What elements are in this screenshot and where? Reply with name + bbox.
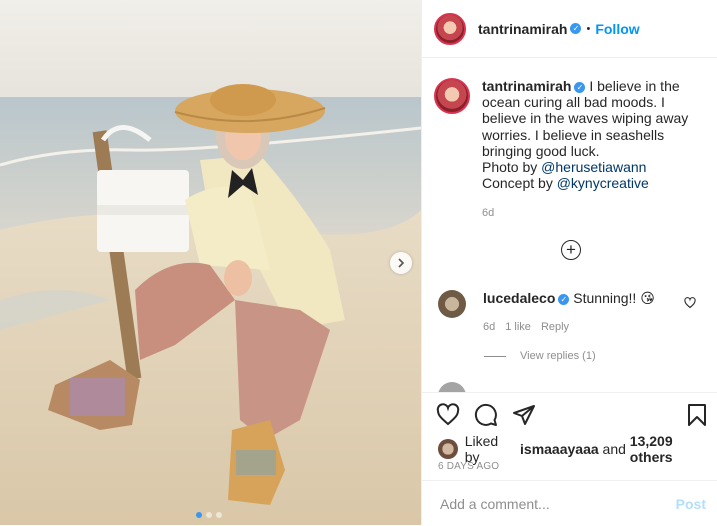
commenter-username[interactable]: lucedaleco [483,290,555,306]
post-comment-button[interactable]: Post [676,496,706,512]
comment-input[interactable] [438,494,676,513]
liked-by-user[interactable]: ismaaayaaa [520,441,599,457]
add-comment-icon[interactable]: + [561,240,581,260]
carousel-dots [196,512,222,518]
next-comment-avatar [438,382,466,392]
photographer-mention[interactable]: @herusetiawann [541,159,646,175]
post-header: tantrinamirah ✓ • Follow [422,0,717,58]
author-username[interactable]: tantrinamirah [478,21,567,37]
post-date[interactable]: 6 DAYS AGO [438,461,499,472]
liker-avatar[interactable] [438,439,458,459]
likes-count[interactable]: 13,209 others [630,433,717,465]
concept-credit-prefix: Concept by [482,175,553,192]
next-arrow-icon [398,258,405,268]
comment-like-heart-icon[interactable] [684,297,696,309]
view-replies-line [484,355,506,357]
caption-block: tantrinamirah ✓ I believe in the ocean cu… [434,78,704,222]
next-photo-button[interactable] [390,252,412,274]
heart-icon[interactable] [436,403,460,427]
comment-bar: Post [422,480,717,526]
verified-icon: ✓ [570,23,582,34]
commenter-avatar[interactable] [438,290,466,318]
action-icons [436,403,536,427]
follow-button[interactable]: Follow [595,21,639,37]
verified-icon: ✓ [574,81,586,93]
author-avatar[interactable] [434,12,466,45]
caption-avatar[interactable] [434,78,470,114]
bookmark-icon[interactable] [686,403,708,427]
comment-icon[interactable] [474,403,498,427]
comment-meta: 6d 1 like Reply [483,321,655,333]
comment-age[interactable]: 6d [483,321,495,333]
caption-username[interactable]: tantrinamirah [482,78,571,94]
caption: tantrinamirah ✓ I believe in the ocean cu… [482,78,704,222]
post-panel: tantrinamirah ✓ • Follow tantrinamirah ✓ … [421,0,717,526]
carousel-dot [206,512,212,518]
next-comment-partial [438,382,708,392]
verified-icon: ✓ [558,293,570,305]
caption-age[interactable]: 6d [482,205,704,221]
share-icon[interactable] [512,403,536,427]
comment-item: lucedaleco ✓ Stunning!! 😘 6d 1 like Reply [438,290,706,333]
carousel-dot-active [196,512,202,518]
comment-likes[interactable]: 1 like [505,321,531,333]
photo-credit-prefix: Photo by [482,159,538,176]
reply-button[interactable]: Reply [541,321,569,333]
liked-by-and: and [602,441,626,457]
header-separator: • [586,22,591,35]
beach-photo [0,0,421,525]
post-photo[interactable] [0,0,421,525]
actions-bar: Liked by ismaaayaaa and 13,209 others 6 … [422,392,717,526]
comment-text: Stunning!! 😘 [573,290,655,306]
concept-mention[interactable]: @kynycreative [557,175,649,191]
carousel-dot [216,512,222,518]
comment-body: lucedaleco ✓ Stunning!! 😘 6d 1 like Reply [483,290,655,333]
view-replies-label: View replies (1) [520,350,596,362]
view-replies-button[interactable]: View replies (1) [484,350,596,362]
